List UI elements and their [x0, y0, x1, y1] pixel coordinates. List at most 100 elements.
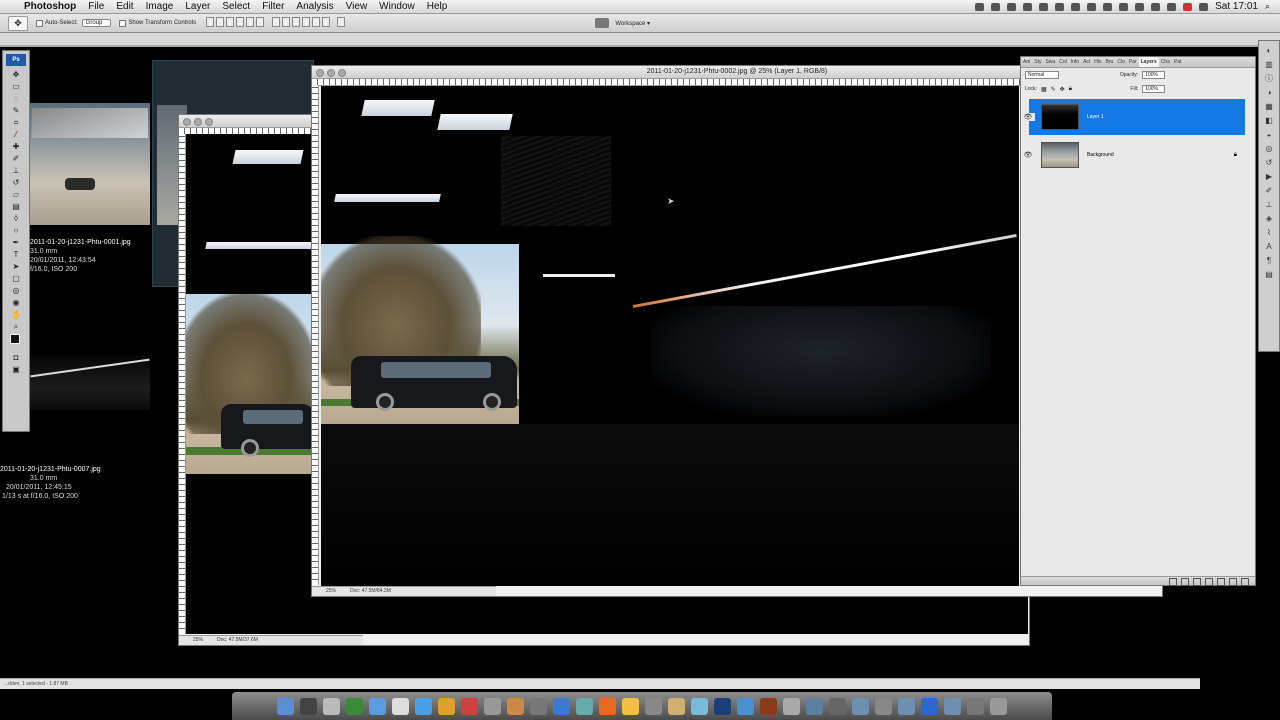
menu-filter[interactable]: Filter — [256, 0, 290, 13]
status-icon[interactable] — [1103, 2, 1113, 11]
styles-icon[interactable]: ◧ — [1264, 116, 1275, 125]
fill-field[interactable]: 100% — [1142, 85, 1165, 93]
add-mask-icon[interactable] — [1193, 578, 1201, 586]
pen-tool-icon[interactable]: ✒ — [10, 238, 22, 247]
lock-pixels-icon[interactable]: ✎ — [1051, 86, 1056, 93]
trash-icon[interactable] — [990, 697, 1007, 715]
actions-icon[interactable]: ▶ — [1264, 172, 1275, 181]
app-icon[interactable] — [921, 697, 938, 715]
align-button[interactable] — [206, 17, 215, 27]
blur-tool-icon[interactable]: ◊ — [10, 214, 22, 223]
tab-history[interactable]: His — [1092, 57, 1103, 67]
volume-icon[interactable] — [1199, 2, 1209, 11]
zoom-level[interactable]: 25% — [326, 587, 336, 596]
history-icon[interactable]: ↺ — [1264, 158, 1275, 167]
status-icon[interactable] — [1119, 2, 1129, 11]
healing-brush-tool-icon[interactable]: ✚ — [10, 142, 22, 151]
firefox-icon[interactable] — [599, 697, 616, 715]
visibility-eye-icon[interactable]: 👁︎ — [1021, 113, 1035, 121]
notes-icon[interactable]: ▤ — [1264, 270, 1275, 279]
eyedropper-tool-icon[interactable]: ⁄ — [10, 130, 22, 139]
menu-edit[interactable]: Edit — [110, 0, 139, 13]
auto-select-dropdown[interactable]: Group — [81, 19, 112, 27]
distribute-button[interactable] — [301, 17, 310, 27]
app-icon[interactable] — [691, 697, 708, 715]
blend-mode-dropdown[interactable]: Normal — [1025, 71, 1060, 79]
move-tool-preset-button[interactable]: ✥ — [8, 15, 28, 31]
app-icon[interactable] — [507, 697, 524, 715]
adjustment-layer-icon[interactable] — [1205, 578, 1213, 586]
hand-tool-icon[interactable]: ✋ — [10, 310, 22, 319]
document-size[interactable]: Doc: 47.5M/37.6M — [217, 636, 258, 645]
tab-animation[interactable]: Ani — [1021, 57, 1032, 67]
status-icon[interactable] — [975, 2, 985, 11]
tab-paths[interactable]: Pat — [1172, 57, 1184, 67]
calendar-icon[interactable] — [461, 697, 478, 715]
status-icon[interactable] — [1135, 2, 1145, 11]
color-icon[interactable]: ◑ — [1264, 88, 1275, 97]
vertical-ruler[interactable] — [179, 134, 186, 634]
distribute-button[interactable] — [311, 17, 320, 27]
swatches-icon[interactable]: ▦ — [1264, 102, 1275, 111]
zoom-level[interactable]: 25% — [193, 636, 203, 645]
app-icon[interactable] — [553, 697, 570, 715]
color-swatches[interactable] — [10, 334, 24, 350]
masks-icon[interactable]: ◎ — [1264, 144, 1275, 153]
status-icon[interactable] — [991, 2, 1001, 11]
clone-source-icon[interactable]: ⊥ — [1264, 200, 1275, 209]
system-preferences-icon[interactable] — [300, 697, 317, 715]
brush-tool-icon[interactable]: ✐ — [10, 154, 22, 163]
eraser-tool-icon[interactable]: ▱ — [10, 190, 22, 199]
3d-rotate-tool-icon[interactable]: ◎ — [10, 286, 22, 295]
character-icon[interactable]: A — [1264, 242, 1275, 251]
status-icon[interactable] — [1007, 2, 1017, 11]
3d-orbit-tool-icon[interactable]: ◉ — [10, 298, 22, 307]
vertical-ruler[interactable] — [312, 85, 319, 585]
workspace-menu[interactable]: Workspace ▾ — [615, 20, 650, 27]
align-button[interactable] — [256, 17, 265, 27]
menu-image[interactable]: Image — [140, 0, 180, 13]
photoshop-icon[interactable] — [714, 697, 731, 715]
auto-align-button[interactable] — [337, 17, 346, 27]
history-brush-tool-icon[interactable]: ↺ — [10, 178, 22, 187]
layer-style-icon[interactable] — [1181, 578, 1189, 586]
clone-stamp-tool-icon[interactable]: ⊥ — [10, 166, 22, 175]
layer-name[interactable]: Layer 1 — [1087, 114, 1104, 120]
dreamweaver-icon[interactable] — [346, 697, 363, 715]
app-icon[interactable] — [737, 697, 754, 715]
tab-layers[interactable]: Layers — [1138, 57, 1159, 67]
layer-row-layer-1[interactable]: 👁︎ Layer 1 — [1021, 99, 1245, 135]
quick-mask-icon[interactable]: ◘ — [10, 353, 22, 362]
menu-layer[interactable]: Layer — [179, 0, 216, 13]
app-icon[interactable] — [484, 697, 501, 715]
bridge-launch-icon[interactable] — [595, 18, 610, 28]
status-icon[interactable] — [1023, 2, 1033, 11]
distribute-button[interactable] — [281, 17, 290, 27]
zoom-button[interactable] — [205, 118, 213, 126]
close-button[interactable] — [183, 118, 191, 126]
path-select-tool-icon[interactable]: ➤ — [10, 262, 22, 271]
align-button[interactable] — [246, 17, 255, 27]
menu-app-photoshop[interactable]: Photoshop — [18, 0, 82, 13]
tab-color[interactable]: Col — [1057, 57, 1069, 67]
app-icon[interactable] — [323, 697, 340, 715]
distribute-button[interactable] — [271, 17, 280, 27]
app-icon[interactable] — [622, 697, 639, 715]
align-button[interactable] — [216, 17, 225, 27]
menu-view[interactable]: View — [340, 0, 374, 13]
menu-file[interactable]: File — [82, 0, 110, 13]
app-icon[interactable] — [415, 697, 432, 715]
menu-help[interactable]: Help — [421, 0, 454, 13]
safari-icon[interactable] — [369, 697, 386, 715]
quick-select-tool-icon[interactable]: ✎ — [10, 106, 22, 115]
dodge-tool-icon[interactable]: ○ — [10, 226, 22, 235]
tab-actions[interactable]: Act — [1081, 57, 1092, 67]
navigator-icon[interactable]: ◐ — [1264, 46, 1275, 55]
new-layer-icon[interactable] — [1229, 578, 1237, 586]
menu-window[interactable]: Window — [373, 0, 421, 13]
channels-icon[interactable]: ◈ — [1264, 214, 1275, 223]
new-group-icon[interactable] — [1217, 578, 1225, 586]
marquee-tool-icon[interactable]: ▭ — [10, 82, 22, 91]
app-icon[interactable] — [668, 697, 685, 715]
zoom-tool-icon[interactable]: ⌕ — [10, 322, 22, 331]
